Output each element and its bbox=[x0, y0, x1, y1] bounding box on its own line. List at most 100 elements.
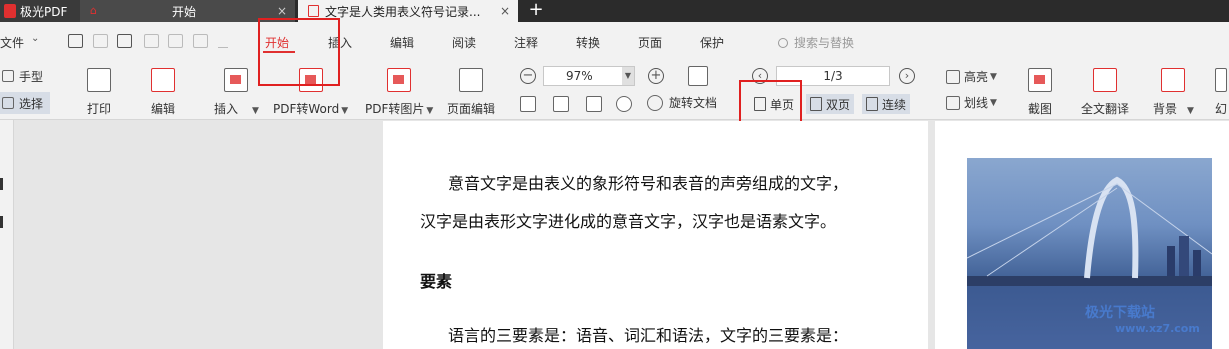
menu-read[interactable]: 阅读 bbox=[452, 34, 476, 51]
bridge-cable bbox=[986, 187, 1118, 277]
printer-icon bbox=[87, 68, 111, 92]
chevron-down-icon[interactable]: ▼ bbox=[341, 106, 348, 116]
page-grid-icon bbox=[459, 68, 483, 92]
screenshot-label: 截图 bbox=[1028, 102, 1053, 116]
chevron-down-icon[interactable]: ⌄ bbox=[31, 33, 39, 44]
chevron-down-icon[interactable]: ▼ bbox=[990, 98, 997, 108]
edit-label: 编辑 bbox=[151, 102, 176, 116]
underline-button[interactable]: 划线 ▼ bbox=[946, 94, 997, 111]
select-tool-button[interactable]: 选择 bbox=[0, 92, 50, 114]
chevron-down-icon[interactable]: ▼ bbox=[990, 72, 997, 82]
screenshot-icon bbox=[1028, 68, 1052, 92]
hand-tool-button[interactable]: 手型 bbox=[0, 66, 50, 86]
pdf-to-image-button[interactable]: PDF转图片 ▼ bbox=[365, 68, 433, 117]
double-page-label: 双页 bbox=[826, 97, 851, 112]
redo-icon[interactable] bbox=[168, 34, 183, 48]
menu-bar: 文件 ⌄ 开始 插入 编辑 阅读 注释 转换 页面 保护 搜索与替换 bbox=[0, 22, 1229, 60]
chevron-down-icon[interactable]: ▼ bbox=[622, 67, 634, 85]
menu-page[interactable]: 页面 bbox=[638, 34, 662, 51]
rotate-left-icon[interactable] bbox=[616, 96, 632, 112]
more-button[interactable]: 幻 bbox=[1215, 68, 1227, 117]
watermark: 极光下载站 www.xz7.com bbox=[1085, 302, 1200, 335]
double-page-icon bbox=[810, 97, 822, 111]
underline-label: 划线 bbox=[964, 96, 989, 110]
section-heading: 要素 bbox=[420, 272, 453, 291]
app-tab[interactable]: 极光PDF bbox=[0, 0, 80, 22]
paragraph-line: 意音文字是由表义的象形符号和表音的声旁组成的文字， bbox=[448, 174, 849, 193]
search-input[interactable]: 搜索与替换 bbox=[778, 34, 854, 51]
home-icon[interactable] bbox=[193, 34, 208, 48]
actual-size-icon[interactable] bbox=[520, 96, 536, 112]
more-label: 幻 bbox=[1215, 102, 1228, 116]
search-icon bbox=[778, 37, 788, 48]
translate-icon bbox=[1093, 68, 1117, 92]
select-tool-label: 选择 bbox=[19, 96, 44, 111]
zoom-out-icon[interactable]: − bbox=[520, 68, 536, 84]
home-icon: ⌂ bbox=[90, 4, 97, 17]
continuous-label: 连续 bbox=[882, 97, 907, 112]
watermark-text: 极光下载站 bbox=[1085, 305, 1155, 321]
print-button[interactable]: 打印 bbox=[87, 68, 111, 117]
highlight-label: 高亮 bbox=[964, 70, 989, 84]
next-page-icon[interactable]: › bbox=[899, 68, 915, 84]
pdf-to-image-accent bbox=[393, 75, 405, 84]
save-icon[interactable] bbox=[93, 34, 108, 48]
highlight-button[interactable]: 高亮 ▼ bbox=[946, 68, 997, 85]
undo-icon[interactable] bbox=[144, 34, 159, 48]
underline-icon bbox=[946, 95, 960, 110]
chevron-down-icon[interactable]: ▼ bbox=[426, 106, 433, 116]
rotate-document-label: 旋转文档 bbox=[669, 96, 718, 110]
annotation-box-start bbox=[258, 18, 340, 86]
full-translate-button[interactable]: 全文翻译 bbox=[1081, 68, 1129, 117]
pdf-to-image-label: PDF转图片 ▼ bbox=[365, 100, 433, 117]
add-tab-button[interactable]: + bbox=[526, 0, 546, 22]
rotate-document-button[interactable]: 旋转文档 bbox=[647, 94, 717, 111]
fit-width-icon[interactable] bbox=[586, 96, 602, 112]
rotate-right-icon bbox=[647, 94, 663, 111]
rotate-page-icon[interactable] bbox=[688, 66, 708, 86]
building bbox=[1193, 250, 1201, 276]
panel-marker bbox=[0, 216, 3, 228]
menu-protect[interactable]: 保护 bbox=[700, 34, 724, 51]
chevron-down-icon[interactable]: ▼ bbox=[252, 106, 259, 116]
left-side-panel bbox=[0, 120, 14, 349]
background-text: 背景 bbox=[1153, 102, 1178, 116]
document-page-left bbox=[383, 121, 928, 349]
full-translate-label: 全文翻译 bbox=[1081, 102, 1130, 116]
cursor-icon bbox=[2, 97, 14, 109]
menu-annotate[interactable]: 注释 bbox=[514, 34, 538, 51]
zoom-in-icon[interactable]: + bbox=[648, 68, 664, 84]
continuous-button[interactable]: 连续 bbox=[862, 94, 911, 114]
hand-icon bbox=[2, 70, 14, 82]
insert-page-icon bbox=[224, 68, 249, 92]
edit-document-icon bbox=[151, 68, 175, 92]
zoom-select[interactable]: 97% ▼ bbox=[543, 66, 635, 86]
background-label: 背景 ▼ bbox=[1153, 100, 1194, 117]
customize-icon[interactable] bbox=[218, 34, 228, 48]
background-button[interactable]: 背景 ▼ bbox=[1153, 68, 1194, 117]
close-icon[interactable]: × bbox=[277, 4, 287, 18]
insert-label: 插入 ▼ bbox=[214, 100, 259, 117]
continuous-icon bbox=[866, 97, 878, 111]
paint-bucket-icon bbox=[1161, 68, 1186, 92]
page-edit-button[interactable]: 页面编辑 bbox=[447, 68, 495, 117]
slideshow-icon bbox=[1215, 68, 1227, 92]
menu-edit[interactable]: 编辑 bbox=[390, 34, 414, 51]
menu-convert[interactable]: 转换 bbox=[576, 34, 600, 51]
edit-button[interactable]: 编辑 bbox=[151, 68, 175, 117]
double-page-button[interactable]: 双页 bbox=[806, 94, 855, 114]
pdf-to-image-text: PDF转图片 bbox=[365, 102, 425, 116]
chevron-down-icon[interactable]: ▼ bbox=[1187, 106, 1194, 116]
screenshot-button[interactable]: 截图 bbox=[1028, 68, 1052, 117]
insert-button[interactable]: 插入 ▼ bbox=[214, 68, 259, 117]
fit-page-icon[interactable] bbox=[553, 96, 569, 112]
zoom-value: 97% bbox=[566, 69, 593, 83]
print-icon[interactable] bbox=[117, 34, 132, 48]
app-logo-icon bbox=[4, 4, 16, 18]
close-icon[interactable]: × bbox=[500, 4, 510, 18]
ribbon-toolbar: 手型 选择 打印 编辑 插入 ▼ PDF转Word ▼ PDF转图片 ▼ 页面编辑 −… bbox=[0, 60, 1229, 120]
file-menu[interactable]: 文件 bbox=[0, 34, 24, 51]
panel-marker bbox=[0, 178, 3, 190]
open-folder-icon[interactable] bbox=[68, 34, 83, 48]
home-tab-label: 开始 bbox=[172, 4, 197, 19]
